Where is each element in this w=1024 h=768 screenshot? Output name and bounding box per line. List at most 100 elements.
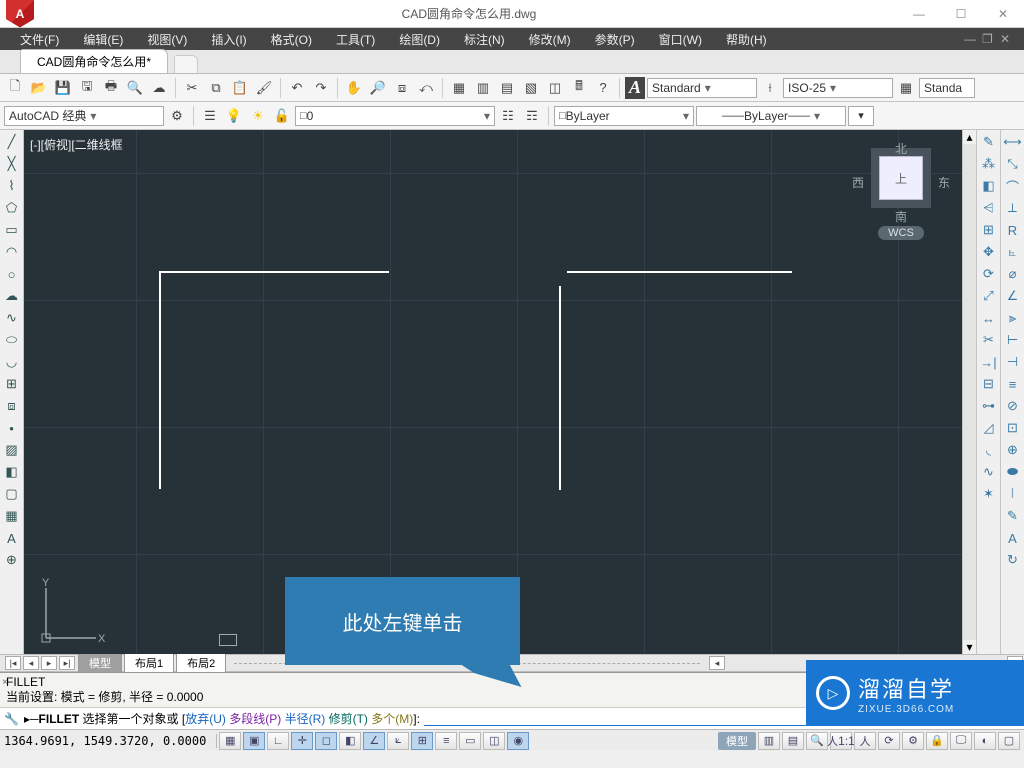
model-space-button[interactable]: 模型 bbox=[718, 732, 756, 750]
dimedit-icon[interactable]: ✎ bbox=[1003, 506, 1023, 526]
ws-switch-icon[interactable]: ⚙ bbox=[902, 732, 924, 750]
menu-window[interactable]: 窗口(W) bbox=[647, 29, 714, 50]
menu-file[interactable]: 文件(F) bbox=[8, 29, 71, 50]
layer-states-icon[interactable]: ☷ bbox=[497, 105, 519, 127]
cut-icon[interactable]: ✂ bbox=[181, 77, 203, 99]
inspection-icon[interactable]: ⬬ bbox=[1003, 462, 1023, 482]
save-icon[interactable]: 💾 bbox=[52, 77, 74, 99]
dim-space-icon[interactable]: ≡ bbox=[1003, 374, 1023, 394]
addselected-icon[interactable]: ⊕ bbox=[2, 550, 22, 570]
paste-icon[interactable]: 📋 bbox=[229, 77, 251, 99]
revcloud-icon[interactable]: ☁ bbox=[2, 286, 22, 306]
pan-icon[interactable]: ✋ bbox=[343, 77, 365, 99]
qdim-icon[interactable]: ⫸ bbox=[1003, 308, 1023, 328]
mdi-close-icon[interactable]: ✕ bbox=[1000, 32, 1014, 46]
polygon-icon[interactable]: ⬠ bbox=[2, 198, 22, 218]
dim-ordinate-icon[interactable]: ⟂ bbox=[1003, 198, 1023, 218]
spline-icon[interactable]: ∿ bbox=[2, 308, 22, 328]
mdi-restore-icon[interactable]: ❐ bbox=[982, 32, 996, 46]
hardware-icon[interactable]: 🖵 bbox=[950, 732, 972, 750]
move-icon[interactable]: ✥ bbox=[979, 242, 999, 262]
erase-icon[interactable]: ✎ bbox=[979, 132, 999, 152]
layer-sun-icon[interactable]: ☀ bbox=[247, 105, 269, 127]
mtext-icon[interactable]: A bbox=[2, 528, 22, 548]
saveas-icon[interactable]: 🖫 bbox=[76, 77, 98, 99]
close-button[interactable]: ✕ bbox=[982, 0, 1024, 28]
trim-icon[interactable]: ✂ bbox=[979, 330, 999, 350]
dimstyle-combo[interactable]: ISO-25▾ bbox=[783, 78, 893, 98]
document-tab[interactable]: CAD圆角命令怎么用* bbox=[20, 49, 168, 73]
menu-draw[interactable]: 绘图(D) bbox=[387, 29, 452, 50]
sheetset-icon[interactable]: ▧ bbox=[520, 77, 542, 99]
dim-break-icon[interactable]: ⊘ bbox=[1003, 396, 1023, 416]
designcenter-icon[interactable]: ▥ bbox=[472, 77, 494, 99]
drawing-viewport[interactable]: [-][俯视][二维线框 X Y 北 西 东 上 南 WCS bbox=[24, 130, 962, 654]
dyn-toggle[interactable]: ⊞ bbox=[411, 732, 433, 750]
menu-format[interactable]: 格式(O) bbox=[259, 29, 324, 50]
textstyle-icon[interactable]: A bbox=[625, 77, 645, 99]
calc-icon[interactable]: 🖩 bbox=[568, 77, 590, 99]
clean-screen-icon[interactable]: ▢ bbox=[998, 732, 1020, 750]
ortho-toggle[interactable]: ∟ bbox=[267, 732, 289, 750]
layout1-tab[interactable]: 布局1 bbox=[124, 653, 174, 673]
new-tab-button[interactable] bbox=[174, 55, 198, 73]
redo-icon[interactable]: ↷ bbox=[310, 77, 332, 99]
prev-tab-icon[interactable]: ◂ bbox=[23, 656, 39, 670]
viewport-scrollbar[interactable]: ▴ ▾ bbox=[962, 130, 976, 654]
ellipse-arc-icon[interactable]: ◡ bbox=[2, 352, 22, 372]
new-icon[interactable]: 🗋 bbox=[4, 77, 26, 99]
annovis-icon[interactable]: 人 bbox=[854, 732, 876, 750]
tolerance-icon[interactable]: ⊡ bbox=[1003, 418, 1023, 438]
block-icon[interactable]: ⧈ bbox=[2, 396, 22, 416]
minimize-button[interactable]: — bbox=[898, 0, 940, 28]
layout2-tab[interactable]: 布局2 bbox=[176, 653, 226, 673]
arc-icon[interactable]: ◠ bbox=[2, 242, 22, 262]
menu-help[interactable]: 帮助(H) bbox=[714, 29, 779, 50]
insert-icon[interactable]: ⊞ bbox=[2, 374, 22, 394]
extend-icon[interactable]: →| bbox=[979, 352, 999, 372]
menu-view[interactable]: 视图(V) bbox=[135, 29, 199, 50]
otrack-toggle[interactable]: ∠ bbox=[363, 732, 385, 750]
zoom-icon[interactable]: 🔎 bbox=[367, 77, 389, 99]
menu-tools[interactable]: 工具(T) bbox=[324, 29, 387, 50]
plot-icon[interactable]: 🖶 bbox=[100, 77, 122, 99]
lineweight-combo[interactable]: ▾ bbox=[848, 106, 874, 126]
markup-icon[interactable]: ◫ bbox=[544, 77, 566, 99]
layer-combo[interactable]: □ 0▾ bbox=[295, 106, 495, 126]
snap-toggle[interactable]: ▦ bbox=[219, 732, 241, 750]
dim-angular-icon[interactable]: ∠ bbox=[1003, 286, 1023, 306]
blend-icon[interactable]: ∿ bbox=[979, 462, 999, 482]
join-icon[interactable]: ⊶ bbox=[979, 396, 999, 416]
scale-icon[interactable]: ⤢ bbox=[979, 286, 999, 306]
ducs-toggle[interactable]: ⟀ bbox=[387, 732, 409, 750]
layerprops-icon[interactable]: ☰ bbox=[199, 105, 221, 127]
drawing-line[interactable] bbox=[159, 271, 161, 489]
center-mark-icon[interactable]: ⊕ bbox=[1003, 440, 1023, 460]
layer-iso-icon[interactable]: ☶ bbox=[521, 105, 543, 127]
offset-icon[interactable]: ⩤ bbox=[979, 198, 999, 218]
lwt-toggle[interactable]: ≡ bbox=[435, 732, 457, 750]
undo-icon[interactable]: ↶ bbox=[286, 77, 308, 99]
line-icon[interactable]: ╱ bbox=[2, 132, 22, 152]
chamfer-icon[interactable]: ◿ bbox=[979, 418, 999, 438]
wcs-label[interactable]: WCS bbox=[878, 226, 924, 240]
copy-icon[interactable]: ⧉ bbox=[205, 77, 227, 99]
3dosnap-toggle[interactable]: ◧ bbox=[339, 732, 361, 750]
open-icon[interactable]: 📂 bbox=[28, 77, 50, 99]
properties-icon[interactable]: ▦ bbox=[448, 77, 470, 99]
help-icon[interactable]: ? bbox=[592, 77, 614, 99]
region-icon[interactable]: ▢ bbox=[2, 484, 22, 504]
workspace-settings-icon[interactable]: ⚙ bbox=[166, 105, 188, 127]
drawing-line[interactable] bbox=[567, 271, 792, 273]
dim-diameter-icon[interactable]: ⌀ bbox=[1003, 264, 1023, 284]
polar-toggle[interactable]: ✛ bbox=[291, 732, 313, 750]
tpy-toggle[interactable]: ▭ bbox=[459, 732, 481, 750]
qp-toggle[interactable]: ◫ bbox=[483, 732, 505, 750]
cmd-close-icon[interactable]: × bbox=[2, 675, 8, 690]
point-icon[interactable]: • bbox=[2, 418, 22, 438]
hatch-icon[interactable]: ▨ bbox=[2, 440, 22, 460]
xline-icon[interactable]: ╳ bbox=[2, 154, 22, 174]
workspace-combo[interactable]: AutoCAD 经典▾ bbox=[4, 106, 164, 126]
dimtedit-icon[interactable]: A bbox=[1003, 528, 1023, 548]
pline-icon[interactable]: ⌇ bbox=[2, 176, 22, 196]
